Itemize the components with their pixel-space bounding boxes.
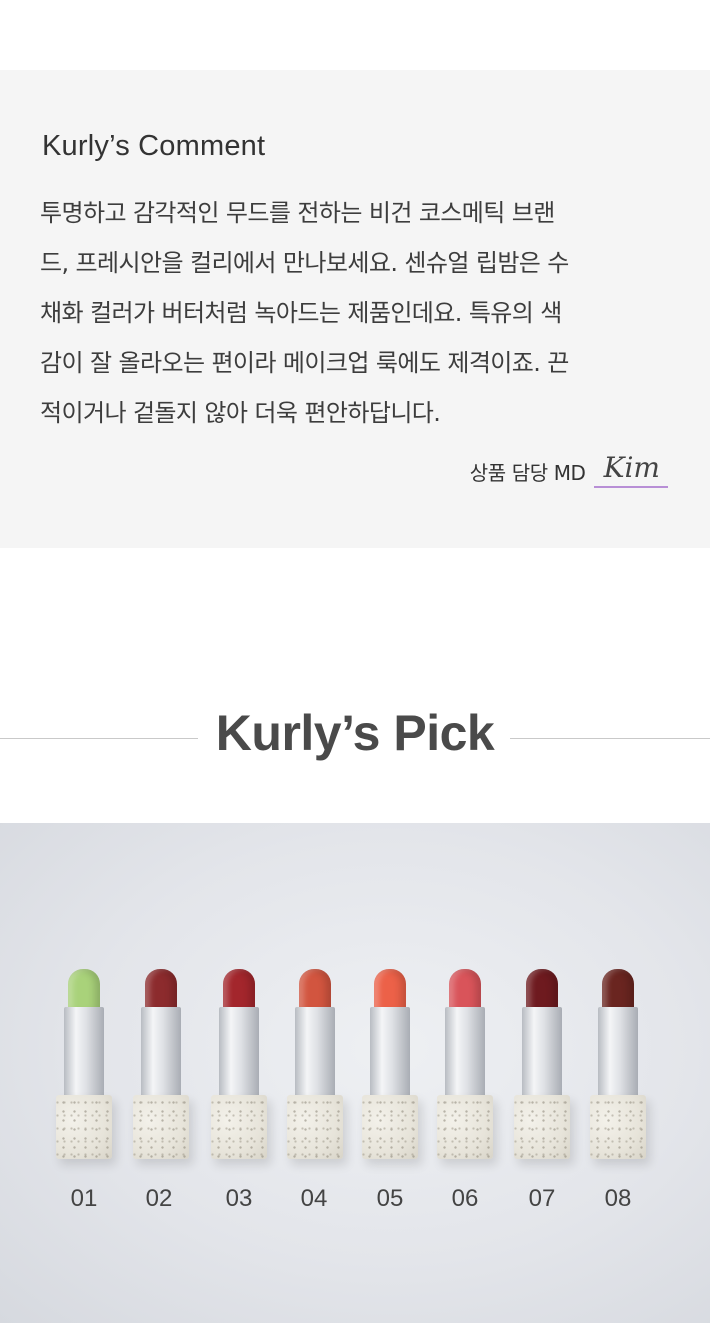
lipstick-tube (219, 1007, 259, 1101)
lipstick-03: 03 (209, 823, 269, 1223)
lipstick-01: 01 (54, 823, 114, 1223)
lipstick-tube (522, 1007, 562, 1101)
lipstick-number: 03 (225, 1185, 253, 1212)
lipstick-04: 04 (285, 823, 345, 1223)
lipstick-07: 07 (512, 823, 572, 1223)
lipstick-base (437, 1095, 493, 1159)
lipstick-base (211, 1095, 267, 1159)
lipstick-base (287, 1095, 343, 1159)
lipstick-lineup-photo: 01 02 03 04 05 06 07 08 (0, 823, 710, 1323)
lipstick-tube (64, 1007, 104, 1101)
md-signature: 상품 담당 MD Kim (470, 452, 668, 488)
lipstick-05: 05 (360, 823, 420, 1223)
lipstick-number: 02 (145, 1185, 173, 1212)
lipstick-tube (295, 1007, 335, 1101)
lipstick-number: 05 (376, 1185, 404, 1212)
comment-title: Kurly’s Comment (42, 130, 266, 162)
lipstick-tube (445, 1007, 485, 1101)
pick-title: Kurly’s Pick (215, 705, 495, 761)
lipstick-06: 06 (435, 823, 495, 1223)
lipstick-number: 08 (604, 1185, 632, 1212)
lipstick-base (590, 1095, 646, 1159)
divider-right (510, 738, 710, 739)
lipstick-base (56, 1095, 112, 1159)
lipstick-base (362, 1095, 418, 1159)
comment-body: 투명하고 감각적인 무드를 전하는 비건 코스메틱 브랜 드, 프레시안을 컬리… (40, 199, 569, 427)
lipstick-08: 08 (588, 823, 648, 1223)
signature-label: 상품 담당 MD (469, 461, 586, 485)
lipstick-base (133, 1095, 189, 1159)
lipstick-base (514, 1095, 570, 1159)
lipstick-number: 04 (300, 1185, 328, 1212)
lipstick-tube (370, 1007, 410, 1101)
lipstick-tube (141, 1007, 181, 1101)
lipstick-number: 01 (70, 1185, 98, 1212)
md-comment-section: Kurly’s Comment 투명하고 감각적인 무드를 전하는 비건 코스메… (0, 70, 710, 548)
lipstick-number: 06 (451, 1185, 479, 1212)
lipstick-number: 07 (528, 1185, 556, 1212)
lipstick-tube (598, 1007, 638, 1101)
signature-name: Kim (593, 452, 668, 488)
lipstick-02: 02 (131, 823, 191, 1223)
kurlys-pick-heading: Kurly’s Pick (0, 700, 710, 776)
